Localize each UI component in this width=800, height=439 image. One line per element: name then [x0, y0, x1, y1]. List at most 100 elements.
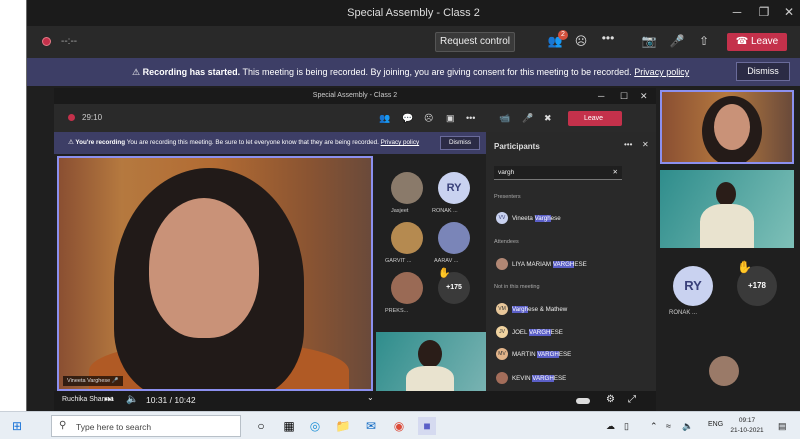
- captions-icon[interactable]: ⚙: [606, 394, 615, 405]
- next-icon[interactable]: ⏭: [104, 394, 113, 405]
- close-icon[interactable]: ✕: [779, 5, 799, 19]
- inner-maximize-icon: ☐: [620, 91, 629, 101]
- chevron-up-icon[interactable]: ⌃: [650, 421, 658, 432]
- meeting-timer: --:--: [61, 36, 78, 47]
- participant-tile-aarav: [438, 222, 470, 254]
- participant-tile-jasjeet: [391, 172, 423, 204]
- participant-search-input: vargh ✕: [494, 166, 622, 180]
- inner-participants-icon: 👥: [379, 113, 391, 123]
- side-self-avatar: [709, 356, 739, 386]
- file-explorer-icon[interactable]: 📁: [334, 417, 352, 435]
- chrome-icon[interactable]: ◉: [390, 417, 408, 435]
- language-indicator[interactable]: ENG: [708, 421, 723, 428]
- banner-message: This meeting is being recorded. By joini…: [242, 67, 632, 77]
- battery-icon[interactable]: ▯: [624, 421, 629, 432]
- panel-more-icon: •••: [624, 140, 633, 149]
- chevron-down-icon[interactable]: ⌄: [367, 393, 374, 402]
- participant-name: Vineeta Varghese: [512, 215, 561, 222]
- search-value: vargh: [498, 169, 515, 176]
- inner-banner-message: You are recording this meeting. Be sure …: [126, 139, 379, 146]
- person-head: [418, 340, 442, 368]
- inner-minimize-icon: ─: [598, 91, 605, 101]
- playback-time: 10:31 / 10:42: [146, 395, 196, 405]
- volume-icon[interactable]: 🔈: [126, 394, 138, 405]
- side-person-shirt: [700, 204, 754, 248]
- banner-text: ⚠ Recording has started. This meeting is…: [132, 67, 689, 78]
- reactions-icon[interactable]: ☹: [572, 34, 590, 48]
- recording-banner: ⚠ Recording has started. This meeting is…: [27, 58, 800, 86]
- tile-label: PREKS...: [385, 308, 409, 314]
- task-view-icon[interactable]: ○: [252, 417, 270, 435]
- more-options-icon[interactable]: •••: [599, 31, 617, 45]
- inner-title-bar: Special Assembly - Class 2 ─ ☐ ✕: [54, 88, 656, 104]
- inner-leave-button: Leave: [568, 111, 622, 126]
- not-in-meeting-label: Not in this meeting: [494, 284, 540, 290]
- tile-label: AARAV ...: [434, 258, 459, 264]
- request-control-button[interactable]: Request control: [435, 32, 515, 52]
- inner-toolbar: 29:10 👥 💬 ☹ ▣ ••• 📹 🎤 ✖ Leave: [54, 104, 656, 132]
- notifications-icon[interactable]: ▤: [778, 421, 787, 432]
- taskbar-search-input[interactable]: ⚲ Type here to search: [51, 415, 241, 437]
- avatar: JV: [496, 326, 508, 338]
- video-playback-controls: Ruchika Sharma ⏭ 🔈 10:31 / 10:42 ⌄ ⚙ ⤢: [54, 391, 656, 411]
- privacy-policy-link[interactable]: Privacy policy: [634, 67, 689, 77]
- speaker-name-tag: Vineeta Varghese 🎤: [63, 376, 123, 386]
- network-icon[interactable]: ☁: [606, 421, 615, 432]
- teams-icon[interactable]: ■: [418, 417, 436, 435]
- inner-record-icon: [68, 114, 75, 121]
- presenters-label: Presenters: [494, 194, 521, 200]
- mic-off-icon[interactable]: 🎤: [668, 34, 686, 48]
- raised-hand-icon: ✋: [438, 268, 451, 279]
- speaker-video: Vineeta Varghese 🎤: [57, 156, 373, 391]
- avatar: [496, 372, 508, 384]
- speaker-name: Vineeta Varghese: [67, 378, 111, 384]
- participants-title: Participants: [494, 142, 540, 151]
- inner-more-icon: •••: [466, 113, 476, 123]
- search-placeholder: Type here to search: [76, 422, 152, 432]
- widgets-icon[interactable]: ▦: [280, 417, 298, 435]
- leave-button[interactable]: ☎ Leave: [727, 33, 787, 51]
- participant-avatar-ry: RY: [438, 172, 470, 204]
- speaker-face: [149, 198, 259, 338]
- participant-tile-garvit: [391, 222, 423, 254]
- inner-dismiss-button: Dismiss: [440, 136, 480, 150]
- phone-icon: ☎: [735, 36, 751, 47]
- recording-indicator-icon: [42, 37, 51, 46]
- windows-start-icon[interactable]: ⊞: [8, 417, 26, 435]
- speaker-icon[interactable]: 🔈: [682, 421, 693, 432]
- participants-panel: Participants ••• ✕ vargh ✕ Presenters VV …: [486, 132, 656, 394]
- edge-icon[interactable]: ◎: [306, 417, 324, 435]
- inner-reactions-icon: ☹: [424, 113, 434, 123]
- search-icon: ⚲: [59, 420, 67, 431]
- clock-time: 09:17: [738, 417, 756, 424]
- tile-label: RONAK ...: [432, 208, 458, 214]
- warning-icon: ⚠: [132, 67, 143, 77]
- maximize-icon[interactable]: ❐: [754, 5, 774, 19]
- banner-bold: Recording has started.: [142, 67, 241, 77]
- inner-chat-icon: 💬: [402, 113, 414, 123]
- share-icon[interactable]: ⇧: [695, 34, 713, 48]
- outlook-icon[interactable]: ✉: [362, 417, 380, 435]
- avatar: VV: [496, 212, 508, 224]
- inner-close-icon: ✕: [640, 91, 648, 101]
- participant-name: Varghese & Mathew: [512, 306, 568, 313]
- inner-camera-icon: 📹: [499, 113, 511, 123]
- minimize-icon[interactable]: ─: [727, 5, 747, 19]
- taskbar-clock[interactable]: 09:17 21-10-2021: [726, 416, 768, 436]
- inner-privacy-link: Privacy policy: [380, 139, 420, 146]
- dismiss-button[interactable]: Dismiss: [736, 62, 790, 81]
- side-ry-avatar: RY: [673, 266, 713, 306]
- clock-date: 21-10-2021: [730, 427, 764, 434]
- leave-label: Leave: [750, 36, 779, 47]
- inner-rooms-icon: ▣: [446, 113, 455, 123]
- teams-meeting-window: Special Assembly - Class 2 ─ ❐ ✕ --:-- R…: [26, 0, 800, 411]
- wifi-icon[interactable]: ≈: [666, 421, 671, 431]
- toggle-switch[interactable]: [576, 398, 590, 404]
- participant-name: MARTIN VARGHESE: [512, 351, 572, 358]
- inner-recording-banner: ⚠ You're recording You are recording thi…: [54, 132, 486, 154]
- camera-off-icon[interactable]: 📷: [640, 34, 658, 48]
- inner-banner-text: ⚠ You're recording You are recording thi…: [68, 139, 419, 146]
- side-ry-label: RONAK ...: [669, 310, 698, 316]
- avatar: MV: [496, 348, 508, 360]
- fullscreen-exit-icon[interactable]: ⤢: [628, 394, 636, 405]
